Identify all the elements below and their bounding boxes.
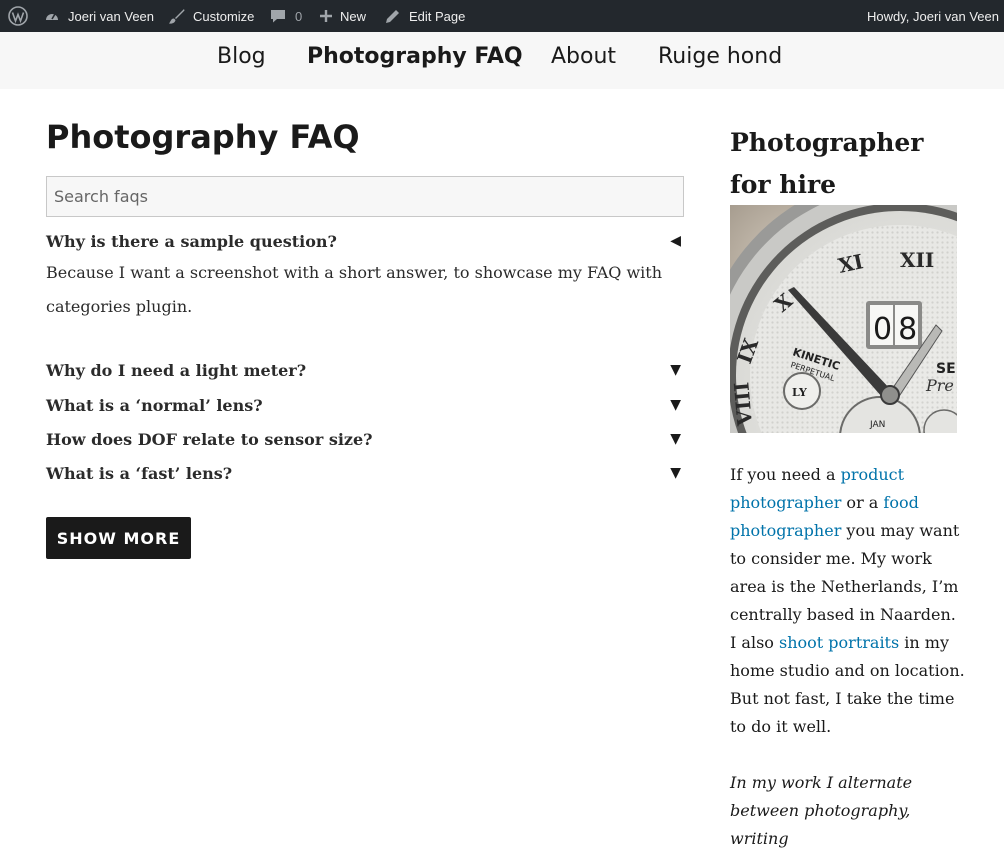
watch-script: Pre bbox=[925, 376, 954, 395]
paintbrush-icon bbox=[168, 8, 185, 25]
howdy-label: Howdy, Joeri van Veen bbox=[867, 8, 999, 24]
nav-item-photography-faq[interactable]: Photography FAQ bbox=[307, 44, 523, 69]
comments-count: 0 bbox=[295, 8, 303, 24]
watch-ly-label: LY bbox=[792, 386, 807, 399]
new-label: New bbox=[340, 8, 367, 24]
sidebar-text-part: or a bbox=[841, 493, 884, 512]
sidebar-widget-text-italic: In my work I alternate between photograp… bbox=[730, 773, 913, 848]
sidebar-text-part: If you need a bbox=[730, 465, 841, 484]
faq-search-input[interactable] bbox=[46, 176, 684, 217]
sidebar-widget-text: If you need a product photographer or a … bbox=[730, 461, 965, 741]
sidebar-widget-title: Photographer for hire bbox=[730, 128, 924, 199]
faq-question-text: Why is there a sample question? bbox=[46, 232, 337, 251]
nav-item-blog[interactable]: Blog bbox=[217, 44, 266, 69]
customize-label: Customize bbox=[193, 8, 255, 24]
nav-item-about[interactable]: About bbox=[551, 44, 616, 69]
watch-brand: SE bbox=[936, 361, 956, 377]
expand-arrow-icon: ▼ bbox=[670, 397, 681, 413]
nav-item-ruige-hond[interactable]: Ruige hond bbox=[658, 44, 782, 69]
faq-question-normal-lens[interactable]: What is a ‘normal’ lens? ▼ bbox=[46, 396, 684, 422]
expand-arrow-icon: ▼ bbox=[670, 362, 681, 378]
my-account-link[interactable]: Howdy, Joeri van Veen bbox=[867, 0, 999, 32]
pencil-icon bbox=[385, 9, 400, 24]
edit-page-link[interactable]: Edit Page bbox=[385, 0, 465, 32]
watch-photo: XI XII X IX VIII 08 KINETIC PERPETUAL SE… bbox=[730, 205, 957, 433]
watch-month: JAN bbox=[869, 420, 885, 430]
new-content-link[interactable]: New bbox=[319, 0, 366, 32]
faq-answer-text: Because I want a screenshot with a short… bbox=[46, 263, 663, 316]
wordpress-logo-icon[interactable] bbox=[8, 0, 28, 32]
faq-question-fast-lens[interactable]: What is a ‘fast’ lens? ▼ bbox=[46, 464, 684, 490]
watch-numeral: XII bbox=[900, 248, 934, 272]
faq-question-text: Why do I need a light meter? bbox=[46, 361, 307, 380]
admin-bar-site[interactable]: Joeri van Veen bbox=[44, 0, 154, 32]
watch-numeral: VIII bbox=[730, 381, 757, 428]
page-title: Photography FAQ bbox=[46, 118, 360, 156]
dashboard-icon bbox=[44, 8, 60, 24]
show-more-button[interactable]: SHOW MORE bbox=[46, 517, 191, 559]
shoot-portraits-link[interactable]: shoot portraits bbox=[779, 633, 899, 652]
customize-link[interactable]: Customize bbox=[168, 0, 254, 32]
site-name: Joeri van Veen bbox=[68, 8, 155, 24]
plus-icon bbox=[319, 9, 333, 23]
collapse-arrow-icon: ◀ bbox=[670, 233, 681, 249]
faq-question-light-meter[interactable]: Why do I need a light meter? ▼ bbox=[46, 361, 684, 387]
expand-arrow-icon: ▼ bbox=[670, 431, 681, 447]
admin-bar: Joeri van Veen Customize 0 New Edit Page… bbox=[0, 0, 1004, 32]
comments-link[interactable]: 0 bbox=[270, 0, 302, 32]
faq-question-text: What is a ‘fast’ lens? bbox=[46, 464, 233, 483]
edit-page-label: Edit Page bbox=[409, 8, 466, 24]
watch-numeral: XI bbox=[836, 249, 865, 278]
faq-question-sample[interactable]: Why is there a sample question? ◀ bbox=[46, 232, 684, 258]
primary-navigation: Blog Photography FAQ About Ruige hond bbox=[0, 32, 1004, 89]
faq-question-dof[interactable]: How does DOF relate to sensor size? ▼ bbox=[46, 430, 684, 456]
faq-question-text: How does DOF relate to sensor size? bbox=[46, 430, 373, 449]
faq-question-text: What is a ‘normal’ lens? bbox=[46, 396, 263, 415]
expand-arrow-icon: ▼ bbox=[670, 465, 681, 481]
watch-date: 08 bbox=[873, 312, 923, 347]
comment-icon bbox=[270, 8, 286, 24]
